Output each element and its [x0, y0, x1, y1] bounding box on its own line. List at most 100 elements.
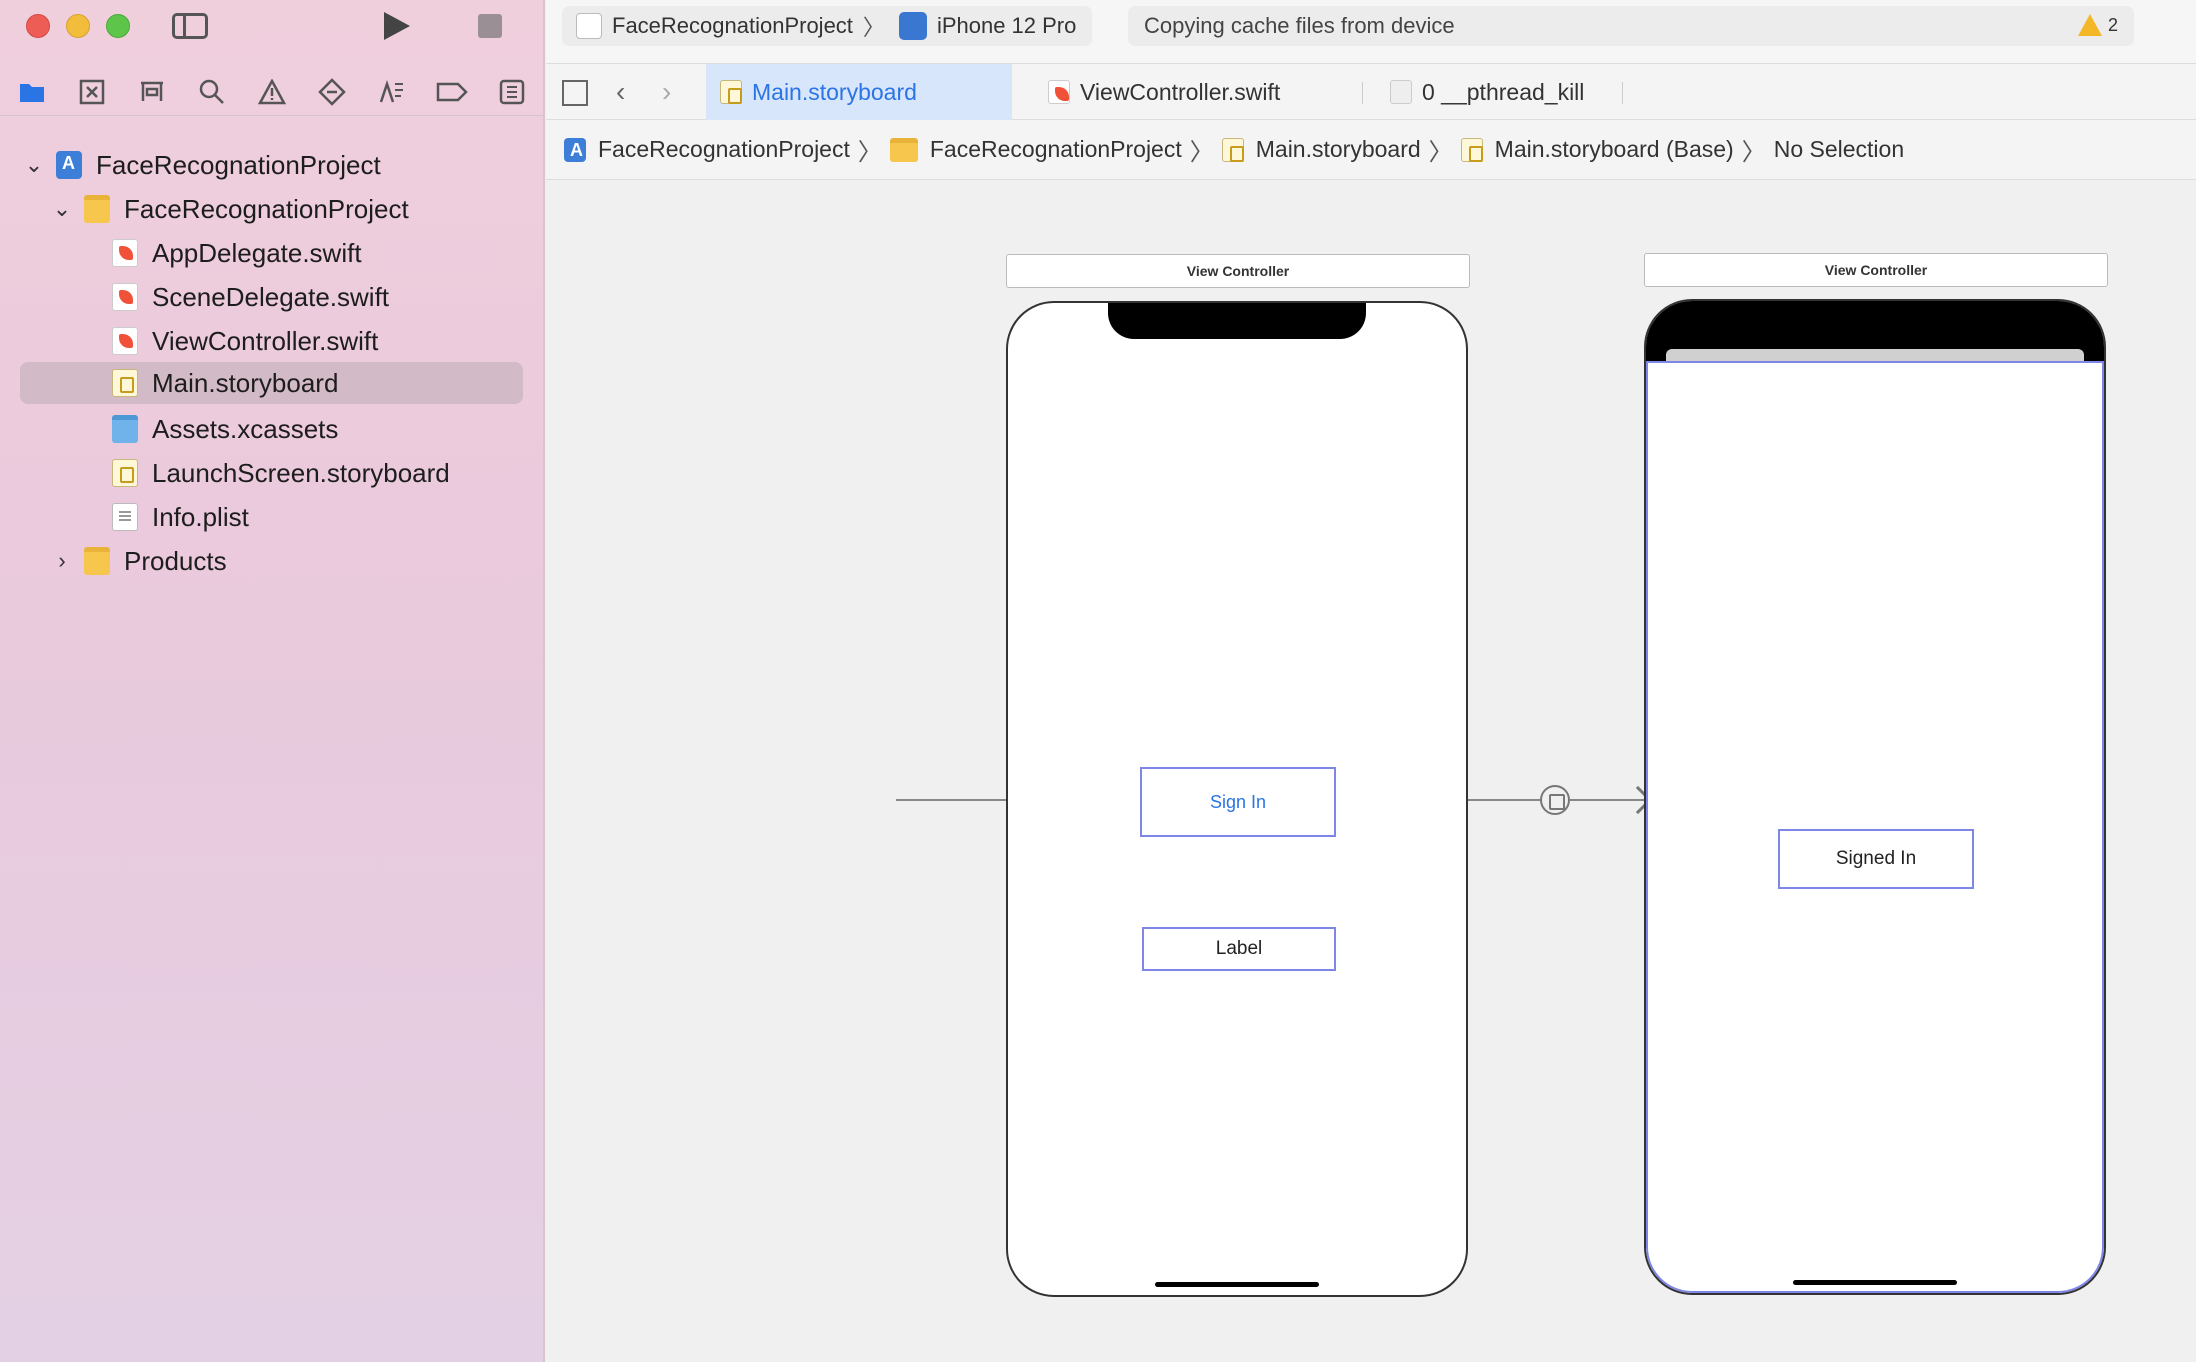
storyboard-file-icon [1221, 137, 1244, 162]
debug-navigator-icon[interactable] [376, 78, 408, 106]
tree-item-label: ViewController.swift [152, 325, 379, 356]
sign-in-button[interactable]: Sign In [1140, 767, 1336, 837]
tab-main-storyboard[interactable]: Main.storyboard [706, 64, 1012, 120]
device-name: iPhone 12 Pro [936, 13, 1077, 38]
xcodeproj-icon [564, 137, 586, 162]
home-indicator [1793, 1280, 1957, 1285]
tree-item-label: AppDelegate.swift [152, 237, 362, 268]
scheme-selector[interactable]: FaceRecognationProject 〉 iPhone 12 Pro [562, 6, 1092, 46]
project-navigator-icon[interactable] [16, 78, 48, 106]
scene-title: View Controller [1824, 262, 1928, 278]
tree-item-products[interactable]: › Products [20, 540, 523, 582]
modal-sheet-view[interactable] [1646, 361, 2104, 1293]
tree-item-label: LaunchScreen.storyboard [152, 457, 450, 488]
breadcrumb-label: FaceRecognationProject [929, 136, 1182, 162]
signed-in-button[interactable]: Signed In [1778, 829, 1974, 889]
swift-file-icon [1048, 80, 1070, 104]
tree-item-scenedelegate[interactable]: SceneDelegate.swift [20, 276, 523, 318]
sidebar-toggle-icon[interactable] [172, 13, 208, 39]
activity-status: Copying cache files from device 2 [1128, 6, 2134, 46]
tree-item-label: Products [124, 545, 227, 576]
tree-item-main-storyboard[interactable]: Main.storyboard [20, 362, 523, 404]
chevron-right-icon[interactable]: › [52, 548, 72, 574]
tab-separator [1622, 82, 1623, 104]
asset-catalog-icon [112, 415, 138, 443]
tab-separator [1362, 82, 1363, 104]
folder-icon [84, 195, 110, 223]
tree-item-label: SceneDelegate.swift [152, 281, 390, 312]
tree-item-assets[interactable]: Assets.xcassets [20, 408, 523, 450]
tab-label: ViewController.swift [1080, 78, 1281, 105]
breadcrumb-group[interactable]: FaceRecognationProject [889, 136, 1182, 163]
find-navigator-icon[interactable] [196, 78, 228, 106]
swift-file-icon [112, 327, 138, 355]
folder-icon [889, 137, 918, 162]
home-indicator [1155, 1282, 1319, 1287]
chevron-right-icon: 〉 [1189, 139, 1214, 166]
minimize-window-button[interactable] [66, 14, 90, 38]
window-toolbar: FaceRecognationProject 〉 iPhone 12 Pro C… [546, 0, 2196, 64]
scene-title-bar[interactable]: View Controller [1006, 254, 1470, 288]
report-navigator-icon[interactable] [496, 78, 528, 106]
button-label: Signed In [1835, 848, 1917, 869]
breakpoint-navigator-icon[interactable] [436, 78, 468, 106]
label-text: Label [1215, 938, 1263, 959]
storyboard-file-icon [1460, 137, 1483, 162]
zoom-window-button[interactable] [106, 14, 130, 38]
test-navigator-icon[interactable] [316, 78, 348, 106]
warnings-indicator[interactable]: 2 [2077, 14, 2118, 36]
chevron-right-icon: 〉 [862, 15, 885, 40]
scheme-name: FaceRecognationProject [612, 13, 853, 38]
scene-title-bar[interactable]: View Controller [1644, 253, 2108, 287]
tree-item-label: Main.storyboard [152, 367, 339, 398]
swift-file-icon [112, 239, 138, 267]
jump-bar: FaceRecognationProject 〉 FaceRecognation… [546, 120, 2196, 180]
view-controller-scene[interactable]: Sign In Label [1006, 301, 1468, 1297]
tree-item-group[interactable]: ⌄ FaceRecognationProject [20, 188, 523, 230]
breadcrumb-label: Main.storyboard (Base) [1494, 136, 1734, 162]
view-controller-scene[interactable]: Signed In [1644, 299, 2106, 1295]
plist-file-icon [112, 503, 138, 531]
tree-item-appdelegate[interactable]: AppDelegate.swift [20, 232, 523, 274]
close-window-button[interactable] [26, 14, 50, 38]
device-notch [1108, 303, 1366, 339]
warning-count: 2 [2107, 14, 2118, 35]
breadcrumb-project[interactable]: FaceRecognationProject [564, 136, 850, 163]
folder-icon [84, 547, 110, 575]
source-control-navigator-icon[interactable] [76, 78, 108, 106]
tab-pthread-kill[interactable]: 0 __pthread_kill [1376, 64, 1636, 120]
scene-title: View Controller [1186, 263, 1290, 279]
back-arrow-icon[interactable]: ‹ [616, 76, 625, 108]
storyboard-file-icon [112, 459, 138, 487]
forward-arrow-icon[interactable]: › [662, 76, 671, 108]
swift-file-icon [112, 283, 138, 311]
breadcrumb-file[interactable]: Main.storyboard [1221, 136, 1421, 163]
status-label[interactable]: Label [1142, 927, 1336, 971]
related-items-icon[interactable] [562, 80, 588, 106]
sheet-card-edge [1666, 349, 2084, 361]
breadcrumb-selection[interactable]: No Selection [1774, 136, 1904, 163]
storyboard-file-icon [112, 369, 138, 397]
editor-tab-bar: ‹ › Main.storyboard ViewController.swift… [546, 64, 2196, 120]
tree-item-info-plist[interactable]: Info.plist [20, 496, 523, 538]
tree-item-label: FaceRecognationProject [96, 149, 381, 180]
device-icon [898, 12, 927, 40]
tree-item-label: Assets.xcassets [152, 413, 339, 444]
storyboard-canvas[interactable]: View Controller Sign In Label View Contr… [546, 181, 2196, 1362]
tree-item-viewcontroller[interactable]: ViewController.swift [20, 320, 523, 362]
scheme-icon [576, 13, 602, 39]
tree-item-launchscreen[interactable]: LaunchScreen.storyboard [20, 452, 523, 494]
segue-icon[interactable] [1540, 785, 1570, 815]
tree-item-project[interactable]: ⌄ FaceRecognationProject [20, 144, 523, 186]
run-button[interactable] [384, 12, 410, 40]
chevron-down-icon[interactable]: ⌄ [52, 196, 72, 222]
chevron-down-icon[interactable]: ⌄ [24, 152, 44, 178]
xcodeproj-icon [56, 151, 82, 179]
navigator-selector-bar [0, 70, 545, 116]
tab-label: Main.storyboard [752, 78, 917, 105]
breadcrumb-localization[interactable]: Main.storyboard (Base) [1460, 136, 1734, 163]
symbol-navigator-icon[interactable] [136, 78, 168, 106]
tab-viewcontroller-swift[interactable]: ViewController.swift [1034, 64, 1354, 120]
stop-button[interactable] [478, 14, 502, 38]
issue-navigator-icon[interactable] [256, 78, 288, 106]
